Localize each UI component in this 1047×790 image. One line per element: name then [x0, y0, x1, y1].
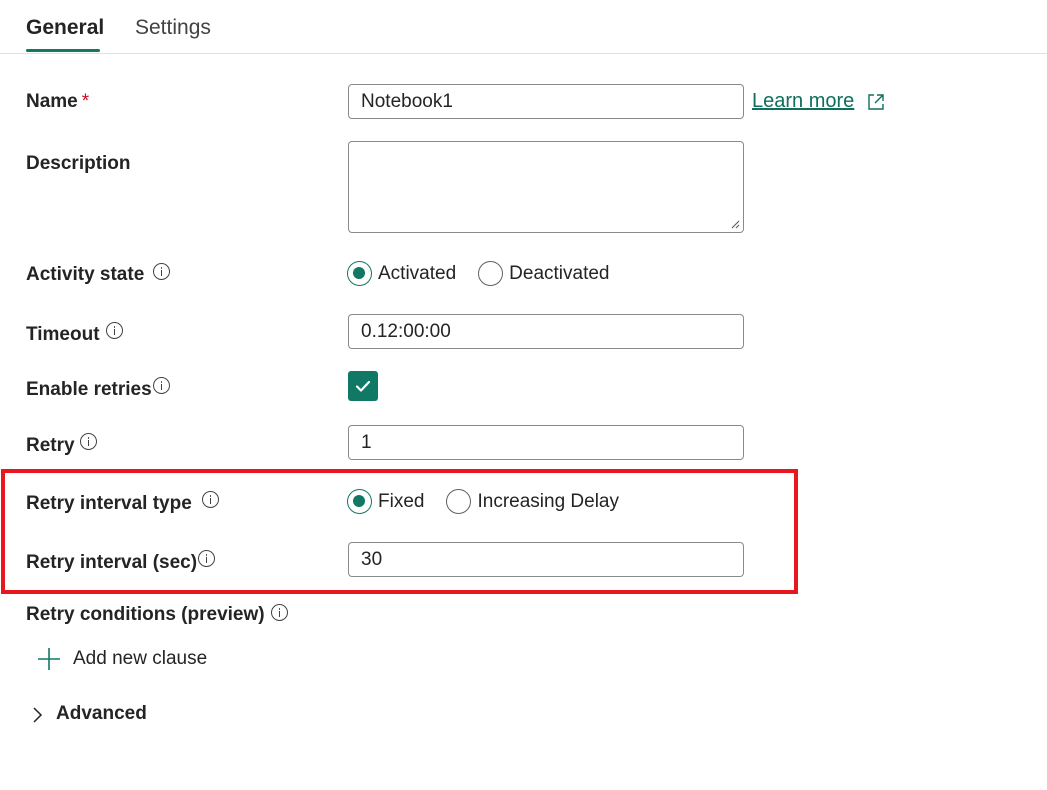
timeout-input[interactable] — [348, 314, 744, 349]
retry-conditions-label: Retry conditions (preview) — [26, 604, 265, 625]
name-label: Name * — [26, 91, 89, 113]
external-link-icon[interactable] — [866, 92, 886, 112]
retry-interval-label: Retry interval (sec) — [26, 552, 198, 573]
retry-interval-input[interactable] — [348, 542, 744, 577]
resize-grip-icon[interactable] — [730, 219, 740, 229]
radio-fixed-label[interactable]: Fixed — [378, 491, 424, 513]
active-tab-indicator — [26, 49, 100, 52]
radio-activated-label[interactable]: Activated — [378, 263, 456, 285]
radio-activated[interactable] — [347, 261, 372, 286]
plus-icon — [38, 648, 60, 670]
description-textarea[interactable] — [348, 141, 744, 233]
add-new-clause-label: Add new clause — [73, 648, 208, 669]
tab-general[interactable]: General — [26, 16, 104, 40]
name-label-text: Name — [26, 91, 78, 112]
advanced-label: Advanced — [56, 703, 147, 724]
retry-label: Retry — [26, 435, 75, 456]
radio-deactivated-label[interactable]: Deactivated — [509, 263, 609, 285]
learn-more-link[interactable]: Learn more — [752, 90, 854, 113]
enable-retries-checkbox[interactable] — [348, 371, 378, 401]
retry-input[interactable] — [348, 425, 744, 460]
activity-state-radio-group: Activated Deactivated — [347, 261, 632, 286]
checkmark-icon — [355, 380, 371, 392]
name-input[interactable] — [348, 84, 744, 119]
radio-deactivated[interactable] — [478, 261, 504, 286]
info-icon[interactable] — [198, 550, 215, 567]
info-icon[interactable] — [271, 604, 288, 621]
retry-interval-type-radio-group: Fixed Increasing Delay — [347, 489, 641, 514]
info-icon[interactable] — [153, 263, 170, 280]
activity-state-label: Activity state — [26, 264, 145, 285]
timeout-label: Timeout — [26, 324, 100, 345]
tab-bar: General Settings — [0, 0, 1047, 54]
description-label: Description — [26, 153, 131, 174]
advanced-expander[interactable]: Advanced — [30, 702, 147, 726]
radio-increasing-delay-label[interactable]: Increasing Delay — [477, 491, 619, 513]
radio-increasing-delay[interactable] — [446, 489, 472, 514]
radio-fixed[interactable] — [347, 489, 372, 514]
info-icon[interactable] — [106, 322, 123, 339]
info-icon[interactable] — [80, 433, 97, 450]
enable-retries-label: Enable retries — [26, 379, 152, 400]
info-icon[interactable] — [202, 491, 219, 508]
info-icon[interactable] — [153, 377, 170, 394]
chevron-right-icon — [33, 707, 43, 723]
tab-settings[interactable]: Settings — [135, 16, 211, 40]
retry-interval-type-label: Retry interval type — [26, 493, 192, 514]
add-new-clause-button[interactable]: Add new clause — [37, 647, 207, 671]
activity-properties-panel: General Settings Name* Learn more Descri… — [0, 0, 1047, 790]
required-asterisk: * — [81, 91, 90, 112]
